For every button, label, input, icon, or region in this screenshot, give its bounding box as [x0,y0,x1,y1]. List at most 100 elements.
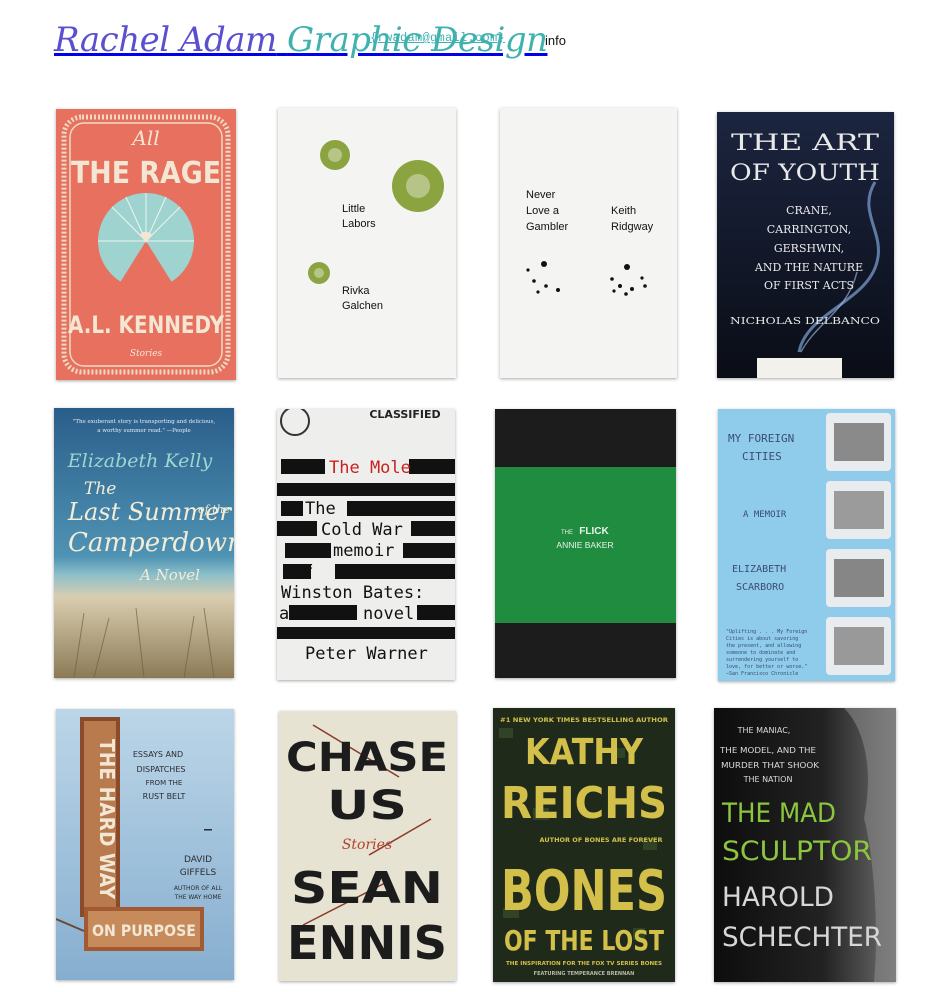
book-cover-hard-way-on-purpose[interactable]: THE HARD WAY ON PURPOSE ESSAYS AND DISPA… [56,709,234,980]
book2-title-line2: Labors [342,218,376,230]
book-cover-the-flick[interactable]: THE FLICK ANNIE BAKER [495,409,676,678]
book5-title1: The [84,479,116,499]
book-art-art-of-youth: THE ART OF YOUTH CRANE, CARRINGTON, GERS… [717,112,894,378]
book8-blurb6: love, for better or worse." [726,664,807,670]
book8-author2: SCARBORO [736,582,784,593]
book4-author: NICHOLAS DELBANCO [730,316,880,327]
book10-title1: CHASE [286,735,448,781]
book11-credit: AUTHOR OF BONES ARE FOREVER [540,836,663,844]
book11-author2: REICHS [501,778,667,829]
book-art-my-foreign-cities: MY FOREIGN CITIES A MEMOIR ELIZABETH SCA… [718,409,895,681]
book5-title4: Camperdowns [68,528,234,558]
book6-line4: memoir [333,541,394,561]
book-art-the-mole: CLASSIFIED The Mole The Cold War memoir … [277,409,455,680]
book5-title3: of the [198,503,231,516]
book9-sign: THE HARD WAY [95,739,119,899]
book11-footer1: THE INSPIRATION FOR THE FOX TV SERIES BO… [506,961,662,967]
book8-title2: CITIES [742,450,782,463]
logo-name: Rachel Adam [54,20,277,60]
book6-author: Peter Warner [305,644,428,664]
book-cover-all-the-rage[interactable]: All THE RAGE A.L. KENNEDY Stories [56,109,236,380]
book6-stamp: CLASSIFIED [369,409,440,421]
book6-line3: Cold War [321,520,403,540]
book-art-mad-sculptor: THE MANIAC, THE MODEL, AND THE MURDER TH… [714,708,896,982]
book8-subtitle: A MEMOIR [743,510,787,520]
book11-footer2: FEATURING TEMPERANCE BRENNAN [534,971,635,977]
book7-author: ANNIE BAKER [556,540,613,550]
book3-author-line1: Keith [611,205,636,217]
book-cover-mad-sculptor[interactable]: THE MANIAC, THE MODEL, AND THE MURDER TH… [714,708,896,982]
book9-author1: DAVID [184,855,212,865]
book8-author1: ELIZABETH [732,564,786,575]
book12-author1: HAROLD [722,882,834,913]
site-logo[interactable]: Rachel Adam Graphic Design [54,14,548,66]
book5-blurb2: a worthy summer read." —People [97,428,190,434]
book-cover-my-foreign-cities[interactable]: MY FOREIGN CITIES A MEMOIR ELIZABETH SCA… [718,409,895,681]
book8-blurb1: "Uplifting . . . My Foreign [726,629,807,635]
book8-blurb5: surrendering yourself to [726,657,798,663]
book-cover-art-of-youth[interactable]: THE ART OF YOUTH CRANE, CARRINGTON, GERS… [717,112,894,378]
book-cover-bones-of-the-lost[interactable]: #1 NEW YORK TIMES BESTSELLING AUTHOR KAT… [493,708,675,982]
book6-line8: novel [363,604,414,624]
book8-blurb2: Cities is about savoring [726,636,798,642]
book-art-never-love-a-gambler: Never Love a Gambler Keith Ridgway [500,108,677,378]
book6-line5: of [293,562,313,582]
book11-title1: BONES [501,859,667,924]
book3-title-line3: Gambler [526,221,569,233]
book10-author1: SEAN [291,863,443,914]
book1-author: A.L. KENNEDY [68,311,225,339]
book9-sub3: FROM THE [146,779,183,787]
book4-sub5: OF FIRST ACTS [764,279,854,292]
book9-sign-base: ON PURPOSE [92,921,196,940]
book5-subtitle: A Novel [138,566,200,584]
book12-tag2: THE MODEL, AND THE [719,746,816,755]
book11-banner: #1 NEW YORK TIMES BESTSELLING AUTHOR [500,716,668,724]
book12-tag1: THE MANIAC, [737,726,791,735]
book-art-bones-of-the-lost: #1 NEW YORK TIMES BESTSELLING AUTHOR KAT… [493,708,675,982]
book12-title1: THE MAD [721,798,836,829]
book-art-the-flick: THE FLICK ANNIE BAKER [495,409,676,678]
book-cover-last-summer-camperdowns[interactable]: "The exuberant story is transporting and… [54,408,234,678]
book6-line2: The [305,499,336,519]
book1-title-top: All [130,126,159,150]
book8-blurb4: someone to dominate and [726,650,795,656]
book7-title-prefix: THE [561,530,573,536]
book1-title-main: THE RAGE [71,156,221,191]
book12-title2: SCULPTOR [722,836,872,867]
book9-sub4: RUST BELT [143,792,186,801]
book-art-all-the-rage: All THE RAGE A.L. KENNEDY Stories [56,109,236,380]
book11-author1: KATHY [525,732,644,773]
book3-author-line2: Ridgway [611,221,654,233]
book3-title-line1: Never [526,189,556,201]
book-cover-chase-us[interactable]: CHASE US SEAN ENNIS Stories [279,711,456,981]
book-art-little-labors: Little Labors Rivka Galchen [278,108,456,378]
book-cover-the-mole[interactable]: CLASSIFIED The Mole The Cold War memoir … [277,409,455,680]
book9-author2: GIFFELS [180,868,217,878]
book-cover-little-labors[interactable]: Little Labors Rivka Galchen [278,108,456,378]
book4-sub1: CRANE, [786,204,832,217]
book4-title-line2: OF YOUTH [730,161,880,186]
book10-author2: ENNIS [287,916,447,970]
book9-credit2: THE WAY HOME [174,894,222,901]
book2-title-line1: Little [342,203,365,215]
email-link[interactable]: {rwadam@gmail.com} [370,31,505,45]
book8-title1: MY FOREIGN [728,432,794,445]
book3-title-line2: Love a [526,205,560,217]
book-art-hard-way: THE HARD WAY ON PURPOSE ESSAYS AND DISPA… [56,709,234,980]
book9-sub1: ESSAYS AND [133,750,183,759]
book5-author: Elizabeth Kelly [67,450,213,472]
book-art-chase-us: CHASE US SEAN ENNIS Stories [279,711,456,981]
book12-tag3: MURDER THAT SHOOK [721,761,820,770]
book4-sub2: CARRINGTON, [767,223,851,236]
book10-subtitle: Stories [342,837,392,853]
info-link[interactable]: info [545,33,566,48]
book2-author-line1: Rivka [342,285,370,297]
book11-title2: OF THE LOST [504,924,664,957]
book-cover-never-love-a-gambler[interactable]: Never Love a Gambler Keith Ridgway [500,108,677,378]
book10-title2: US [327,783,407,829]
site-header: Rachel Adam Graphic Design {rwadam@gmail… [0,0,939,90]
book4-title-line1: THE ART [731,131,879,156]
book6-line7: a [279,604,289,624]
book5-blurb1: "The exuberant story is transporting and… [73,419,216,425]
book-art-last-summer: "The exuberant story is transporting and… [54,408,234,678]
